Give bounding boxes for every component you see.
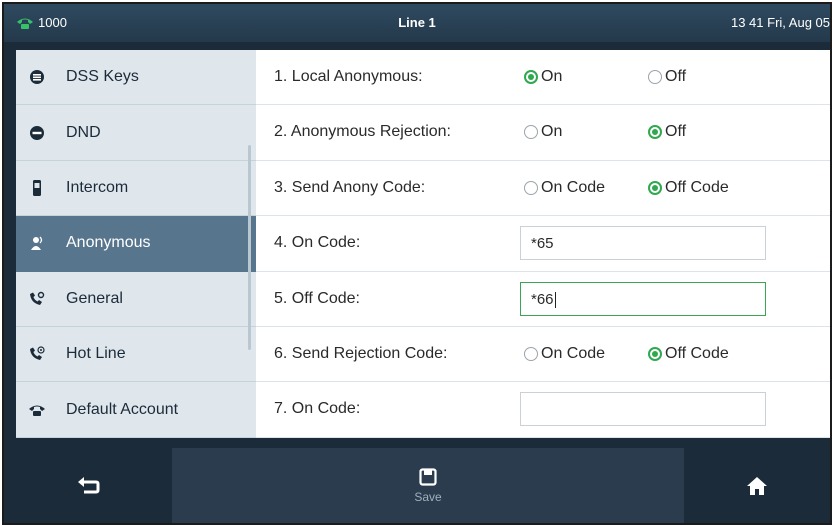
radio-selected-icon <box>648 180 662 195</box>
radio-send-anony-on-code[interactable]: On Code <box>524 179 605 197</box>
radio-unselected-icon <box>524 346 538 361</box>
radio-unselected-icon <box>648 70 662 84</box>
back-arrow-icon <box>78 476 100 493</box>
dnd-icon <box>28 124 46 142</box>
setting-rejection-on-code: 7. On Code: <box>256 382 830 438</box>
setting-label: 2. Anonymous Rejection: <box>274 123 451 141</box>
setting-local-anonymous: 1. Local Anonymous: On Off <box>256 50 830 106</box>
status-bar: 1000 Line 1 13 41 Fri, Aug 05 <box>4 4 830 42</box>
save-label: Save <box>414 489 442 504</box>
sidebar-item-label: Anonymous <box>66 234 151 252</box>
radio-label: On Code <box>541 178 606 196</box>
clock: 13 41 Fri, Aug 05 <box>730 15 830 30</box>
setting-label: 4. On Code: <box>274 234 361 252</box>
anonymous-settings-panel: 1. Local Anonymous: On Off 2. Anonymous … <box>256 50 830 438</box>
radio-local-anonymous-off[interactable]: Off <box>648 68 686 86</box>
setting-label: 1. Local Anonymous: <box>274 68 423 85</box>
setting-label: 6. Send Rejection Code: <box>274 344 448 362</box>
rejection-on-code-input[interactable] <box>520 392 766 427</box>
general-icon <box>28 290 46 308</box>
sidebar-menu: DSS Keys DND Intercom Anonymous General <box>16 50 256 438</box>
radio-anonymous-rejection-on[interactable]: On <box>524 123 562 141</box>
off-code-input[interactable]: *66 <box>520 281 766 316</box>
sidebar-item-label: Default Account <box>66 400 179 418</box>
home-icon <box>747 476 767 495</box>
page-title: Line 1 <box>398 15 436 30</box>
sidebar-item-label: General <box>66 289 123 307</box>
back-button[interactable] <box>4 448 172 523</box>
setting-send-anony-code: 3. Send Anony Code: On Code Off Code <box>256 161 830 217</box>
radio-label: On <box>541 68 563 85</box>
sidebar-item-anonymous[interactable]: Anonymous <box>16 216 256 272</box>
setting-anonymous-rejection: 2. Anonymous Rejection: On Off <box>256 105 830 161</box>
radio-local-anonymous-on[interactable]: On <box>524 68 562 86</box>
radio-label: On Code <box>541 344 606 362</box>
radio-label: Off Code <box>665 344 729 362</box>
radio-anonymous-rejection-off[interactable]: Off <box>648 123 686 141</box>
sidebar-item-label: DND <box>66 123 101 141</box>
sidebar-item-intercom[interactable]: Intercom <box>16 161 256 217</box>
dss-keys-icon <box>28 68 46 86</box>
home-button[interactable] <box>684 448 830 523</box>
on-code-input[interactable]: *65 <box>520 226 766 261</box>
phone-screen: 1000 Line 1 13 41 Fri, Aug 05 DSS Keys D… <box>2 2 832 525</box>
phone-icon <box>28 401 46 419</box>
radio-label: On <box>541 123 563 141</box>
radio-unselected-icon <box>524 180 538 195</box>
hot-line-icon <box>28 345 46 363</box>
input-value: *65 <box>531 235 554 253</box>
sidebar-item-hot-line[interactable]: Hot Line <box>16 327 256 383</box>
setting-on-code: 4. On Code: *65 <box>256 216 830 272</box>
radio-selected-icon <box>648 125 662 140</box>
sidebar-item-dnd[interactable]: DND <box>16 105 256 161</box>
radio-selected-icon <box>648 346 662 361</box>
sidebar-item-default-account[interactable]: Default Account <box>16 382 256 438</box>
radio-label: Off <box>665 123 687 141</box>
radio-send-rejection-on-code[interactable]: On Code <box>524 345 605 363</box>
radio-send-anony-off-code[interactable]: Off Code <box>648 179 729 197</box>
sidebar-item-general[interactable]: General <box>16 272 256 327</box>
intercom-icon <box>28 179 46 197</box>
sidebar-item-label: Hot Line <box>66 345 126 363</box>
input-value: *66 <box>531 290 554 308</box>
sidebar-item-dss-keys[interactable]: DSS Keys <box>16 50 256 106</box>
radio-selected-icon <box>524 70 538 84</box>
radio-label: Off <box>665 68 687 85</box>
softkey-bar: Save <box>4 438 830 523</box>
sidebar-scrollbar[interactable] <box>248 145 251 350</box>
sidebar-item-label: Intercom <box>66 178 129 196</box>
setting-label: 3. Send Anony Code: <box>274 178 426 196</box>
setting-label: 7. On Code: <box>274 400 361 418</box>
text-caret <box>554 291 556 308</box>
save-icon <box>419 467 437 486</box>
save-button[interactable]: Save <box>172 448 684 523</box>
setting-send-rejection-code: 6. Send Rejection Code: On Code Off Code <box>256 327 830 383</box>
anonymous-icon <box>28 234 46 252</box>
radio-send-rejection-off-code[interactable]: Off Code <box>648 345 729 363</box>
radio-unselected-icon <box>524 125 538 140</box>
radio-label: Off Code <box>665 178 729 196</box>
setting-off-code: 5. Off Code: *66 <box>256 272 830 327</box>
sidebar-item-label: DSS Keys <box>66 68 139 86</box>
setting-label: 5. Off Code: <box>274 289 360 307</box>
